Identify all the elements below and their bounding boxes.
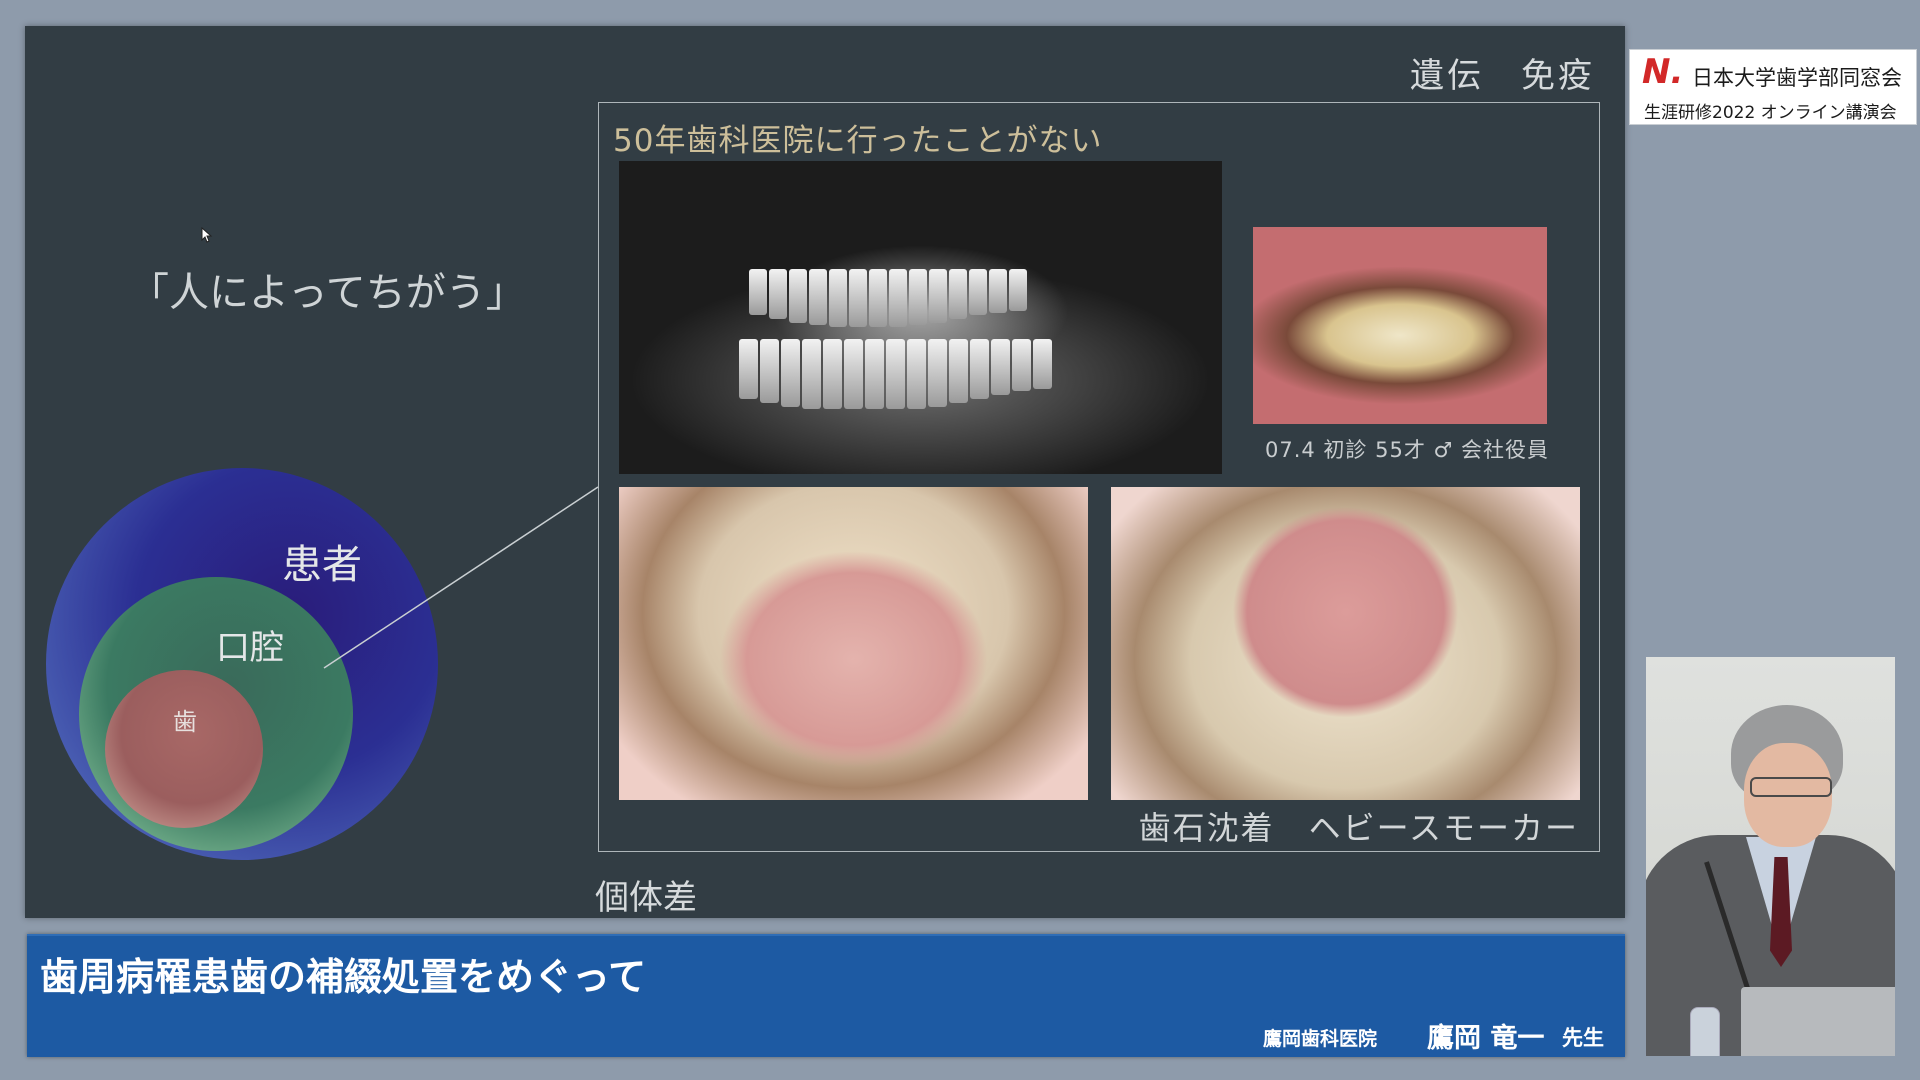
lower-photo-caption: 歯石沈着 ヘビースモーカー [1138, 809, 1579, 847]
organizer-logo-mark: N. [1642, 52, 1684, 92]
speaker-video [1646, 657, 1895, 1056]
organizer-name: 日本大学歯学部同窓会 [1692, 66, 1902, 90]
individual-difference-label: 個体差 [595, 878, 697, 918]
speaker-clinic: 鷹岡歯科医院 [1263, 1028, 1378, 1050]
panoramic-xray-image [619, 161, 1222, 474]
mouse-pointer-icon [201, 227, 213, 243]
upper-arch-photo [619, 487, 1088, 800]
tag-heredity-immunity: 遺伝 免疫 [1410, 56, 1595, 96]
lecture-banner: 歯周病罹患歯の補綴処置をめぐって 鷹岡歯科医院 鷹岡 竜一 先生 [27, 934, 1625, 1057]
frame-title: 50年歯科医院に行ったことがない [613, 123, 1103, 159]
frontal-teeth-photo [1253, 227, 1547, 424]
venn-label-oral-cavity: 口腔 [216, 628, 284, 668]
case-photo-frame: 50年歯科医院に行ったことがない 07.4 初診 55才 ♂ 会社役員 歯石沈着… [598, 102, 1600, 852]
organizer-logo: N. 日本大学歯学部同窓会 生涯研修2022 オンライン講演会 [1629, 49, 1917, 125]
lower-arch-photo [1111, 487, 1580, 800]
lecture-title: 歯周病罹患歯の補綴処置をめぐって [40, 955, 647, 999]
speaker-honorific: 先生 [1562, 1026, 1604, 1050]
venn-label-tooth: 歯 [173, 708, 197, 736]
venn-circle-tooth [105, 670, 263, 828]
speaker-name: 鷹岡 竜一 [1427, 1023, 1545, 1054]
venn-label-patient: 患者 [282, 542, 362, 588]
event-name: 生涯研修2022 オンライン講演会 [1644, 103, 1897, 123]
slide-quote: 「人によってちがう」 [129, 270, 526, 316]
patient-caption: 07.4 初診 55才 ♂ 会社役員 [1265, 438, 1550, 462]
